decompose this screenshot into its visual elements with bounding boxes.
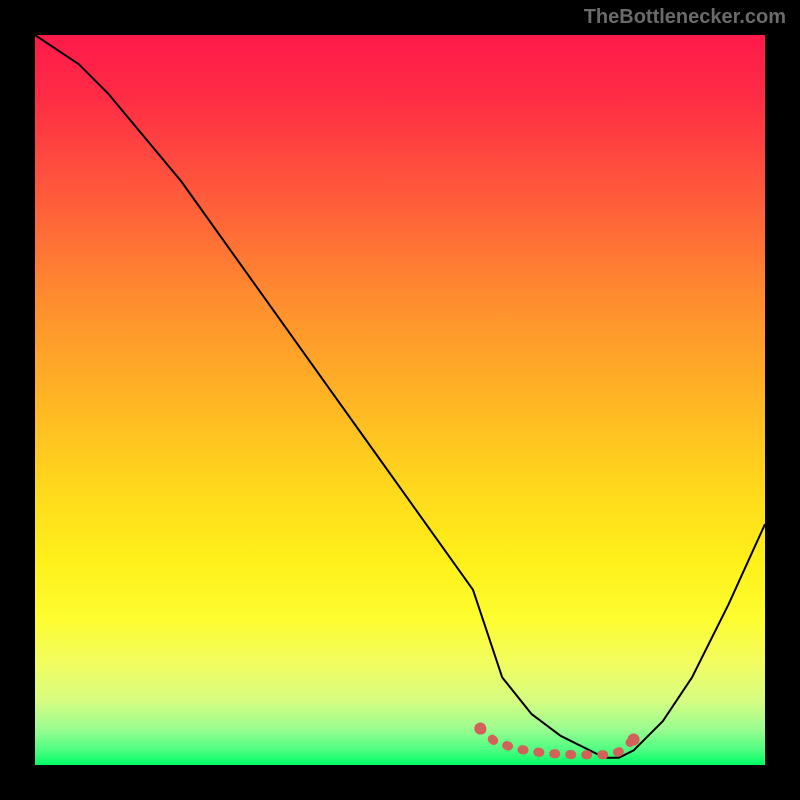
curve-layer: [35, 35, 765, 758]
optimal-range-endpoint: [628, 734, 640, 746]
optimal-range-endpoint: [474, 723, 486, 735]
bottleneck-curve: [35, 35, 765, 758]
chart-svg: [35, 35, 765, 765]
plot-area: [35, 35, 765, 765]
watermark-text: TheBottlenecker.com: [584, 6, 786, 29]
